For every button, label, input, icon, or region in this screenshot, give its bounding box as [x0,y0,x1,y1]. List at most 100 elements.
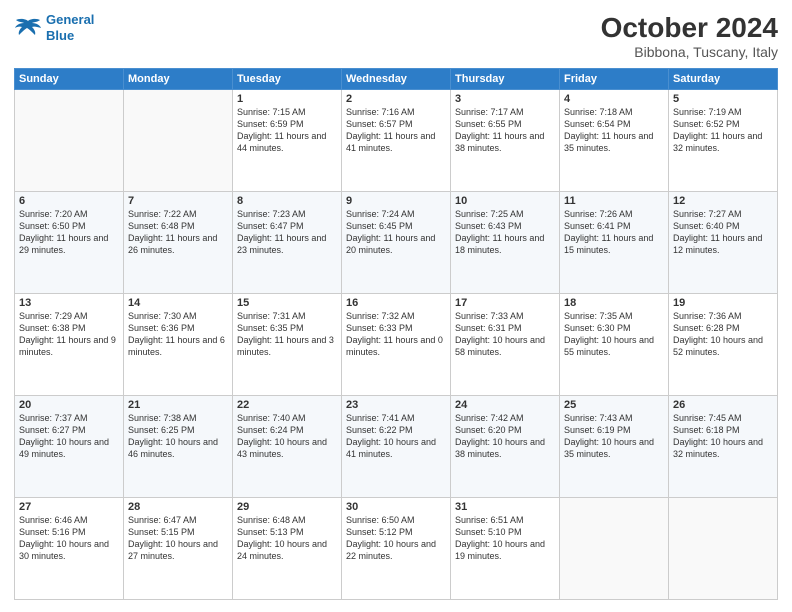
day-info: Sunrise: 6:48 AM Sunset: 5:13 PM Dayligh… [237,514,337,563]
day-number: 21 [128,399,228,411]
day-number: 26 [673,399,773,411]
table-cell: 21Sunrise: 7:38 AM Sunset: 6:25 PM Dayli… [124,396,233,498]
day-number: 19 [673,297,773,309]
day-info: Sunrise: 7:27 AM Sunset: 6:40 PM Dayligh… [673,208,773,257]
day-number: 1 [237,93,337,105]
col-thursday: Thursday [451,69,560,90]
table-cell [669,498,778,600]
day-number: 30 [346,501,446,513]
day-number: 2 [346,93,446,105]
week-row-3: 13Sunrise: 7:29 AM Sunset: 6:38 PM Dayli… [15,294,778,396]
table-cell: 8Sunrise: 7:23 AM Sunset: 6:47 PM Daylig… [233,192,342,294]
day-info: Sunrise: 7:31 AM Sunset: 6:35 PM Dayligh… [237,310,337,359]
day-info: Sunrise: 7:38 AM Sunset: 6:25 PM Dayligh… [128,412,228,461]
table-cell: 14Sunrise: 7:30 AM Sunset: 6:36 PM Dayli… [124,294,233,396]
day-info: Sunrise: 7:32 AM Sunset: 6:33 PM Dayligh… [346,310,446,359]
day-info: Sunrise: 7:24 AM Sunset: 6:45 PM Dayligh… [346,208,446,257]
day-info: Sunrise: 7:15 AM Sunset: 6:59 PM Dayligh… [237,106,337,155]
day-info: Sunrise: 7:25 AM Sunset: 6:43 PM Dayligh… [455,208,555,257]
table-cell: 24Sunrise: 7:42 AM Sunset: 6:20 PM Dayli… [451,396,560,498]
table-cell: 30Sunrise: 6:50 AM Sunset: 5:12 PM Dayli… [342,498,451,600]
col-monday: Monday [124,69,233,90]
day-number: 23 [346,399,446,411]
table-cell: 29Sunrise: 6:48 AM Sunset: 5:13 PM Dayli… [233,498,342,600]
day-number: 29 [237,501,337,513]
table-cell: 1Sunrise: 7:15 AM Sunset: 6:59 PM Daylig… [233,90,342,192]
location-subtitle: Bibbona, Tuscany, Italy [601,44,778,60]
day-info: Sunrise: 6:50 AM Sunset: 5:12 PM Dayligh… [346,514,446,563]
day-info: Sunrise: 7:29 AM Sunset: 6:38 PM Dayligh… [19,310,119,359]
day-number: 18 [564,297,664,309]
day-number: 6 [19,195,119,207]
table-cell: 25Sunrise: 7:43 AM Sunset: 6:19 PM Dayli… [560,396,669,498]
table-cell: 18Sunrise: 7:35 AM Sunset: 6:30 PM Dayli… [560,294,669,396]
calendar-table: Sunday Monday Tuesday Wednesday Thursday… [14,68,778,600]
day-info: Sunrise: 7:36 AM Sunset: 6:28 PM Dayligh… [673,310,773,359]
table-cell: 16Sunrise: 7:32 AM Sunset: 6:33 PM Dayli… [342,294,451,396]
table-cell [124,90,233,192]
day-info: Sunrise: 7:16 AM Sunset: 6:57 PM Dayligh… [346,106,446,155]
day-number: 11 [564,195,664,207]
day-number: 27 [19,501,119,513]
week-row-1: 1Sunrise: 7:15 AM Sunset: 6:59 PM Daylig… [15,90,778,192]
day-info: Sunrise: 7:23 AM Sunset: 6:47 PM Dayligh… [237,208,337,257]
table-cell: 28Sunrise: 6:47 AM Sunset: 5:15 PM Dayli… [124,498,233,600]
day-info: Sunrise: 7:26 AM Sunset: 6:41 PM Dayligh… [564,208,664,257]
table-cell: 10Sunrise: 7:25 AM Sunset: 6:43 PM Dayli… [451,192,560,294]
day-info: Sunrise: 7:45 AM Sunset: 6:18 PM Dayligh… [673,412,773,461]
table-cell: 22Sunrise: 7:40 AM Sunset: 6:24 PM Dayli… [233,396,342,498]
table-cell: 26Sunrise: 7:45 AM Sunset: 6:18 PM Dayli… [669,396,778,498]
day-number: 8 [237,195,337,207]
day-info: Sunrise: 7:18 AM Sunset: 6:54 PM Dayligh… [564,106,664,155]
day-number: 22 [237,399,337,411]
day-number: 24 [455,399,555,411]
table-cell: 3Sunrise: 7:17 AM Sunset: 6:55 PM Daylig… [451,90,560,192]
table-cell: 13Sunrise: 7:29 AM Sunset: 6:38 PM Dayli… [15,294,124,396]
table-cell: 11Sunrise: 7:26 AM Sunset: 6:41 PM Dayli… [560,192,669,294]
day-number: 12 [673,195,773,207]
day-info: Sunrise: 7:43 AM Sunset: 6:19 PM Dayligh… [564,412,664,461]
day-number: 3 [455,93,555,105]
day-number: 14 [128,297,228,309]
logo-text: General Blue [46,12,94,43]
day-info: Sunrise: 7:42 AM Sunset: 6:20 PM Dayligh… [455,412,555,461]
day-number: 15 [237,297,337,309]
day-info: Sunrise: 7:30 AM Sunset: 6:36 PM Dayligh… [128,310,228,359]
day-info: Sunrise: 7:35 AM Sunset: 6:30 PM Dayligh… [564,310,664,359]
day-number: 28 [128,501,228,513]
day-info: Sunrise: 7:40 AM Sunset: 6:24 PM Dayligh… [237,412,337,461]
table-cell: 27Sunrise: 6:46 AM Sunset: 5:16 PM Dayli… [15,498,124,600]
day-info: Sunrise: 7:41 AM Sunset: 6:22 PM Dayligh… [346,412,446,461]
day-info: Sunrise: 7:19 AM Sunset: 6:52 PM Dayligh… [673,106,773,155]
day-number: 17 [455,297,555,309]
day-number: 31 [455,501,555,513]
day-info: Sunrise: 7:17 AM Sunset: 6:55 PM Dayligh… [455,106,555,155]
table-cell: 4Sunrise: 7:18 AM Sunset: 6:54 PM Daylig… [560,90,669,192]
table-cell: 5Sunrise: 7:19 AM Sunset: 6:52 PM Daylig… [669,90,778,192]
logo: General Blue [14,12,94,43]
page-container: General Blue October 2024 Bibbona, Tusca… [0,0,792,612]
col-sunday: Sunday [15,69,124,90]
title-section: October 2024 Bibbona, Tuscany, Italy [601,12,778,60]
logo-icon [14,17,42,39]
col-saturday: Saturday [669,69,778,90]
calendar-header-row: Sunday Monday Tuesday Wednesday Thursday… [15,69,778,90]
day-number: 4 [564,93,664,105]
day-number: 10 [455,195,555,207]
header: General Blue October 2024 Bibbona, Tusca… [14,12,778,60]
day-info: Sunrise: 7:22 AM Sunset: 6:48 PM Dayligh… [128,208,228,257]
table-cell: 20Sunrise: 7:37 AM Sunset: 6:27 PM Dayli… [15,396,124,498]
table-cell [15,90,124,192]
table-cell: 12Sunrise: 7:27 AM Sunset: 6:40 PM Dayli… [669,192,778,294]
day-info: Sunrise: 6:46 AM Sunset: 5:16 PM Dayligh… [19,514,119,563]
table-cell: 7Sunrise: 7:22 AM Sunset: 6:48 PM Daylig… [124,192,233,294]
week-row-2: 6Sunrise: 7:20 AM Sunset: 6:50 PM Daylig… [15,192,778,294]
month-title: October 2024 [601,12,778,44]
table-cell: 6Sunrise: 7:20 AM Sunset: 6:50 PM Daylig… [15,192,124,294]
col-tuesday: Tuesday [233,69,342,90]
day-number: 13 [19,297,119,309]
col-friday: Friday [560,69,669,90]
table-cell: 15Sunrise: 7:31 AM Sunset: 6:35 PM Dayli… [233,294,342,396]
day-number: 7 [128,195,228,207]
table-cell: 31Sunrise: 6:51 AM Sunset: 5:10 PM Dayli… [451,498,560,600]
